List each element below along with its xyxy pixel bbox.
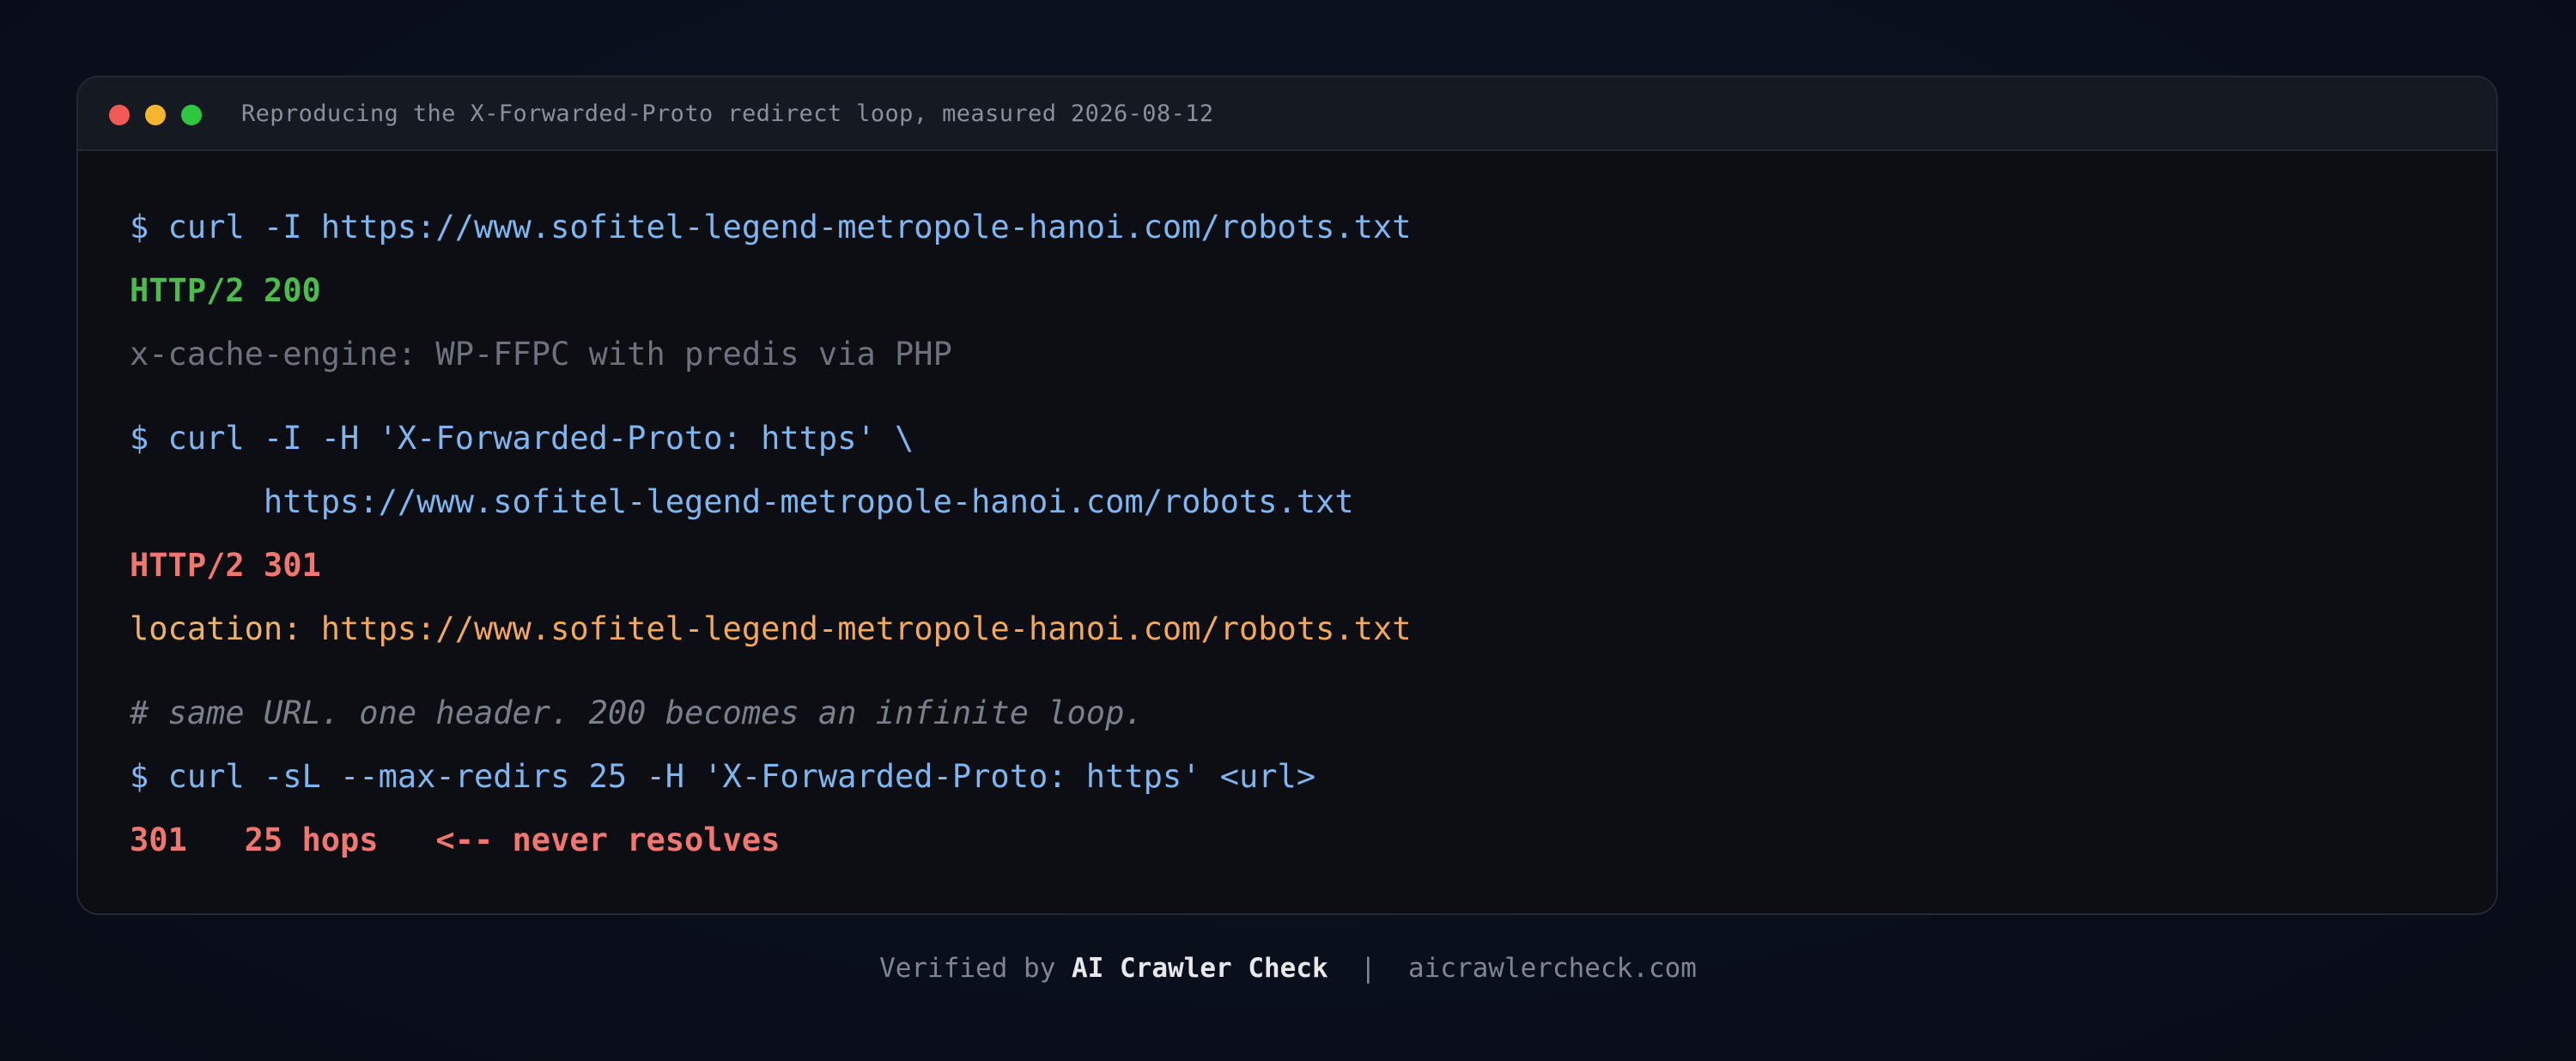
comment-line: # same URL. one header. 200 becomes an i… (130, 694, 1144, 731)
location-value: https://www.sofitel-legend-metropole-han… (320, 610, 1412, 647)
footer-domain: aicrawlercheck.com (1407, 953, 1697, 984)
result-line: 301 25 hops <-- never resolves (130, 822, 781, 858)
terminal-window: Reproducing the X-Forwarded-Proto redire… (76, 76, 2498, 915)
command-line: $ curl -I -H 'X-Forwarded-Proto: https' … (130, 420, 914, 457)
footer-brand: AI Crawler Check (1072, 953, 1328, 984)
footer: Verified by AI Crawler Check | aicrawler… (0, 948, 2576, 989)
footer-prefix: Verified by (879, 953, 1072, 984)
location-header-line: location: https://www.sofitel-legend-met… (130, 608, 1412, 651)
footer-separator: | (1327, 953, 1408, 984)
command-line: $ curl -I https://www.sofitel-legend-met… (130, 209, 1412, 246)
terminal-output: $ curl -I https://www.sofitel-legend-met… (130, 206, 1412, 858)
window-title: Reproducing the X-Forwarded-Proto redire… (241, 100, 1214, 127)
zoom-dot[interactable] (181, 105, 202, 125)
location-key: location: (130, 610, 321, 647)
minimize-dot[interactable] (145, 105, 166, 125)
header-line: x-cache-engine: WP-FFPC with predis via … (130, 336, 952, 373)
command-continuation-line: https://www.sofitel-legend-metropole-han… (130, 483, 1354, 520)
close-dot[interactable] (109, 105, 130, 125)
status-line: HTTP/2 301 (130, 547, 321, 584)
window-titlebar: Reproducing the X-Forwarded-Proto redire… (78, 77, 2496, 151)
command-line: $ curl -sL --max-redirs 25 -H 'X-Forward… (130, 758, 1316, 795)
status-line: HTTP/2 200 (130, 272, 321, 309)
